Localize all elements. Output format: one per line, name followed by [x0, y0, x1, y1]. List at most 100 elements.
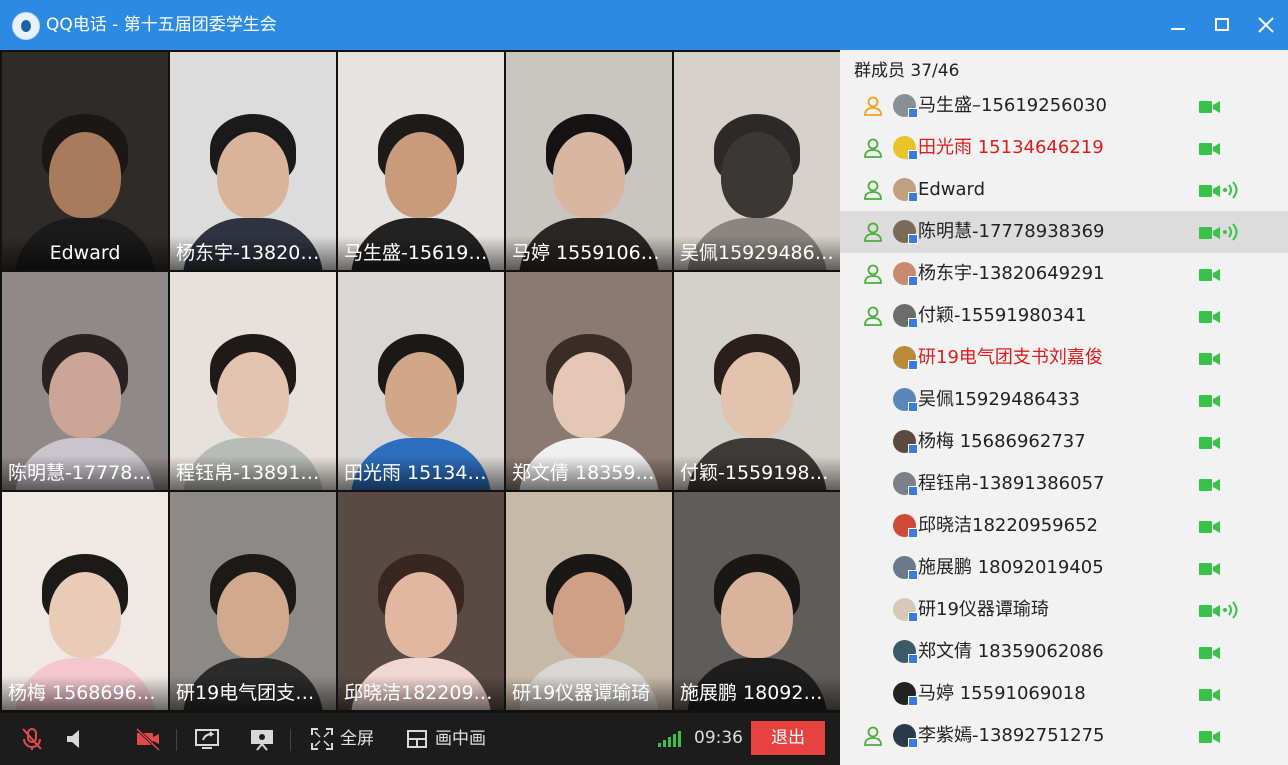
member-avatar — [893, 682, 918, 706]
video-tile[interactable]: 吴佩15929486433 — [674, 52, 840, 270]
participant-name-label: 马生盛-15619256030 — [338, 236, 504, 270]
screen-share-icon[interactable] — [193, 725, 221, 753]
fullscreen-icon[interactable] — [308, 725, 336, 753]
minimize-button[interactable] — [1164, 12, 1192, 38]
member-row[interactable]: 马婷 15591069018 — [840, 673, 1288, 715]
video-camera-icon — [1199, 729, 1221, 743]
title-bar[interactable]: QQ电话 - 第十五届团委学生会 — [0, 0, 1288, 50]
admin-user-icon — [862, 305, 884, 327]
member-name: 杨东宇-13820649291 — [918, 263, 1105, 284]
video-camera-icon — [1199, 309, 1221, 323]
member-avatar — [893, 556, 918, 580]
participant-name-label: 程钰帛-13891386057 — [170, 456, 336, 490]
participant-face — [553, 132, 625, 218]
speaking-icon — [1222, 223, 1242, 241]
video-tile[interactable]: 马生盛-15619256030 — [338, 52, 504, 270]
member-panel[interactable]: 群成员 37/46 马生盛–15619256030 田光雨 15134646219… — [840, 50, 1288, 765]
video-camera-icon — [1199, 603, 1221, 617]
video-tile[interactable]: 研19仪器谭瑜琦 — [506, 492, 672, 710]
video-camera-icon — [1199, 267, 1221, 281]
participant-face — [721, 132, 793, 218]
member-name: 邱晓洁18220959652 — [918, 515, 1098, 536]
presentation-icon[interactable] — [248, 725, 276, 753]
maximize-button[interactable] — [1208, 12, 1236, 38]
video-tile[interactable]: 付颖-15591980341 — [674, 272, 840, 490]
participant-face — [385, 352, 457, 438]
video-tile[interactable]: 杨东宇-13820649291 — [170, 52, 336, 270]
member-row[interactable]: 研19仪器谭瑜琦 — [840, 589, 1288, 631]
qq-call-window: QQ电话 - 第十五届团委学生会 Edward杨东宇-13820649291马生… — [0, 0, 1288, 765]
participant-face — [721, 572, 793, 658]
admin-user-icon — [862, 263, 884, 285]
member-row[interactable]: 杨东宇-13820649291 — [840, 253, 1288, 295]
participant-name-label: Edward — [2, 236, 168, 270]
fullscreen-button[interactable]: 全屏 — [340, 728, 374, 750]
member-row[interactable]: 程钰帛-13891386057 — [840, 463, 1288, 505]
speaking-icon — [1222, 601, 1242, 619]
video-tile[interactable]: 程钰帛-13891386057 — [170, 272, 336, 490]
video-tile[interactable]: Edward — [2, 52, 168, 270]
member-row[interactable]: 陈明慧-17778938369 — [840, 211, 1288, 253]
quit-button[interactable]: 退出 — [751, 721, 825, 755]
qq-logo-icon — [12, 12, 40, 40]
admin-user-icon — [862, 221, 884, 243]
camera-off-icon[interactable] — [134, 725, 162, 753]
pip-button[interactable]: 画中画 — [435, 728, 486, 750]
member-row[interactable]: 田光雨 15134646219 — [840, 127, 1288, 169]
member-name: 研19仪器谭瑜琦 — [918, 599, 1049, 620]
participant-face — [217, 132, 289, 218]
member-row[interactable]: 研19电气团支书刘嘉俊 — [840, 337, 1288, 379]
member-row[interactable]: 吴佩15929486433 — [840, 379, 1288, 421]
video-tile[interactable]: 研19电气团支书刘嘉俊 — [170, 492, 336, 710]
participant-face — [49, 352, 121, 438]
participant-name-label: 杨梅 15686962737 — [2, 676, 168, 710]
pip-icon[interactable] — [403, 725, 431, 753]
member-name: 马生盛–15619256030 — [918, 95, 1107, 116]
toolbar-divider — [176, 729, 177, 751]
member-avatar — [893, 640, 918, 664]
member-row[interactable]: 马生盛–15619256030 — [840, 85, 1288, 127]
participant-name-label: 吴佩15929486433 — [674, 236, 840, 270]
toolbar-divider — [290, 729, 291, 751]
member-avatar — [893, 94, 918, 118]
member-avatar — [893, 472, 918, 496]
member-name: 陈明慧-17778938369 — [918, 221, 1105, 242]
speaker-icon[interactable] — [62, 725, 90, 753]
member-avatar — [893, 514, 918, 538]
member-row[interactable]: 邱晓洁18220959652 — [840, 505, 1288, 547]
close-button[interactable] — [1252, 12, 1280, 38]
video-tile[interactable]: 郑文倩 18359062086 — [506, 272, 672, 490]
video-tile[interactable]: 陈明慧-17778938369 — [2, 272, 168, 490]
member-row[interactable]: 郑文倩 18359062086 — [840, 631, 1288, 673]
video-camera-icon — [1199, 393, 1221, 407]
participant-name-label: 马婷 15591069018 — [506, 236, 672, 270]
participant-face — [553, 352, 625, 438]
member-name: Edward — [918, 179, 986, 200]
member-row[interactable]: 杨梅 15686962737 — [840, 421, 1288, 463]
participant-face — [385, 132, 457, 218]
video-tile[interactable]: 杨梅 15686962737 — [2, 492, 168, 710]
video-camera-icon — [1199, 561, 1221, 575]
member-row[interactable]: Edward — [840, 169, 1288, 211]
participant-name-label: 陈明慧-17778938369 — [2, 456, 168, 490]
member-name: 施展鹏 18092019405 — [918, 557, 1104, 578]
video-tile[interactable]: 马婷 15591069018 — [506, 52, 672, 270]
participant-face — [217, 352, 289, 438]
member-row[interactable]: 付颖-15591980341 — [840, 295, 1288, 337]
participant-name-label: 研19电气团支书刘嘉俊 — [170, 676, 336, 710]
video-tile[interactable]: 田光雨 15134646219 — [338, 272, 504, 490]
mic-muted-icon[interactable] — [18, 725, 46, 753]
member-row[interactable]: 施展鹏 18092019405 — [840, 547, 1288, 589]
participant-name-label: 付颖-15591980341 — [674, 456, 840, 490]
member-avatar — [893, 430, 918, 454]
member-avatar — [893, 178, 918, 202]
video-tile[interactable]: 邱晓洁18220959652 — [338, 492, 504, 710]
participant-face — [721, 352, 793, 438]
participant-name-label: 邱晓洁18220959652 — [338, 676, 504, 710]
member-avatar — [893, 346, 918, 370]
participant-name-label: 杨东宇-13820649291 — [170, 236, 336, 270]
call-toolbar: 全屏 画中画 09:36 退出 — [0, 713, 840, 765]
video-tile[interactable]: 施展鹏 18092019405 — [674, 492, 840, 710]
member-row[interactable]: 李紫嫣-13892751275 — [840, 715, 1288, 757]
video-camera-icon — [1199, 435, 1221, 449]
